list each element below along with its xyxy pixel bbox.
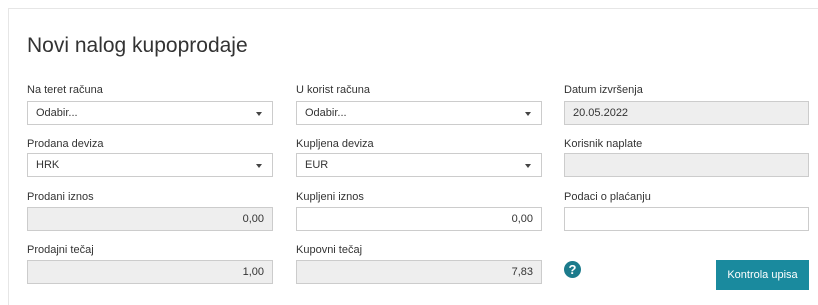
caret-down-icon: [256, 112, 262, 116]
bought-amount-value: 0,00: [511, 213, 533, 225]
credit-account-select[interactable]: Odabir...: [296, 101, 542, 125]
debit-account-value: Odabir...: [36, 107, 78, 119]
bought-amount-input[interactable]: 0,00: [296, 207, 542, 231]
validate-entry-button[interactable]: Kontrola upisa: [716, 260, 809, 290]
page-title: Novi nalog kupoprodaje: [27, 34, 248, 57]
sold-currency-label: Prodana deviza: [27, 138, 104, 150]
bought-currency-select[interactable]: EUR: [296, 153, 542, 177]
caret-down-icon: [525, 112, 531, 116]
debit-account-label: Na teret računa: [27, 84, 103, 96]
buying-rate-field: 7,83: [296, 260, 542, 284]
caret-down-icon: [525, 164, 531, 168]
bought-currency-value: EUR: [305, 159, 329, 171]
sold-currency-value: HRK: [36, 159, 60, 171]
selling-rate-field: 1,00: [27, 260, 273, 284]
buying-rate-label: Kupovni tečaj: [296, 244, 363, 256]
bought-amount-label: Kupljeni iznos: [296, 191, 364, 203]
execution-date-field: 20.05.2022: [564, 101, 809, 125]
credit-account-value: Odabir...: [305, 107, 347, 119]
execution-date-value: 20.05.2022: [573, 107, 629, 119]
buying-rate-value: 7,83: [511, 266, 533, 278]
debit-account-select[interactable]: Odabir...: [27, 101, 273, 125]
sold-currency-select[interactable]: HRK: [27, 153, 273, 177]
payment-info-label: Podaci o plaćanju: [564, 191, 651, 203]
sold-amount-value: 0,00: [242, 213, 264, 225]
question-circle-icon[interactable]: ?: [564, 261, 581, 278]
payee-user-field: [564, 153, 809, 177]
caret-down-icon: [256, 164, 262, 168]
payment-info-input[interactable]: [564, 207, 809, 231]
credit-account-label: U korist računa: [296, 84, 370, 96]
selling-rate-value: 1,00: [242, 266, 264, 278]
selling-rate-label: Prodajni tečaj: [27, 244, 94, 256]
bought-currency-label: Kupljena deviza: [296, 138, 374, 150]
payee-user-label: Korisnik naplate: [564, 138, 643, 150]
execution-date-label: Datum izvršenja: [564, 84, 643, 96]
sold-amount-field: 0,00: [27, 207, 273, 231]
sold-amount-label: Prodani iznos: [27, 191, 94, 203]
